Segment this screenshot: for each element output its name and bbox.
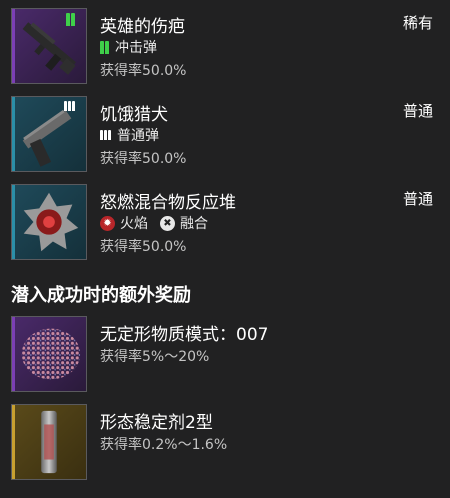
standard-ammo-icon bbox=[100, 130, 111, 140]
fusion-element-icon: ✖ bbox=[160, 215, 175, 231]
item-title: 怒燃混合物反应堆 bbox=[100, 193, 236, 213]
bonus-section-title: 潜入成功时的额外奖励 bbox=[11, 285, 191, 306]
rarity-label: 稀有 bbox=[402, 14, 433, 32]
ammo-type-label: 普通弹 bbox=[117, 128, 159, 144]
item-title: 无定形物质模式：007 bbox=[100, 325, 269, 345]
rarity-stripe bbox=[12, 405, 15, 479]
rarity-stripe bbox=[12, 317, 15, 391]
item-title: 饥饿猎犬 bbox=[100, 105, 168, 125]
reward-item-hungry-hound[interactable]: 饥饿猎犬 普通 普通弹 获得率50.0% bbox=[11, 96, 439, 174]
bonus-item-amorphous[interactable]: 无定形物质模式：007 获得率5%～20% bbox=[11, 316, 439, 394]
fire-element-icon: ✹ bbox=[100, 215, 115, 231]
item-title: 英雄的伤疤 bbox=[100, 17, 185, 37]
drop-rate: 获得率5%～20% bbox=[100, 349, 210, 365]
rifle-thumbnail bbox=[11, 8, 87, 84]
ammo-type: 普通弹 bbox=[100, 125, 159, 145]
drop-rate: 获得率50.0% bbox=[100, 151, 187, 167]
standard-ammo-icon bbox=[64, 101, 75, 111]
ammo-type: 冲击弹 bbox=[100, 37, 157, 57]
impact-ammo-icon bbox=[100, 40, 109, 54]
reward-item-reactor[interactable]: 怒燃混合物反应堆 普通 ✹ 火焰 ✖ 融合 获得率50.0% bbox=[11, 184, 439, 262]
bonus-item-stabilizer[interactable]: 形态稳定剂2型 获得率0.2%～1.6% bbox=[11, 404, 439, 482]
element-types: ✹ 火焰 ✖ 融合 bbox=[100, 213, 208, 233]
rarity-stripe bbox=[12, 97, 15, 171]
stabilizer-thumbnail bbox=[11, 404, 87, 480]
rarity-label: 普通 bbox=[402, 190, 433, 208]
ammo-type-label: 冲击弹 bbox=[115, 40, 157, 56]
drop-rate: 获得率50.0% bbox=[100, 63, 187, 79]
rarity-label: 普通 bbox=[402, 102, 433, 120]
reward-item-heros-scar[interactable]: 英雄的伤疤 稀有 冲击弹 获得率50.0% bbox=[11, 8, 439, 86]
drop-rate: 获得率0.2%～1.6% bbox=[100, 437, 228, 453]
fire-label: 火焰 bbox=[120, 216, 148, 232]
reactor-thumbnail bbox=[11, 184, 87, 260]
drop-rate: 获得率50.0% bbox=[100, 239, 187, 255]
amorphous-matter-thumbnail bbox=[11, 316, 87, 392]
rarity-stripe bbox=[12, 185, 15, 259]
rarity-stripe bbox=[12, 9, 15, 83]
pistol-thumbnail bbox=[11, 96, 87, 172]
item-title: 形态稳定剂2型 bbox=[100, 413, 213, 433]
impact-ammo-icon bbox=[66, 13, 75, 26]
fusion-label: 融合 bbox=[180, 216, 208, 232]
